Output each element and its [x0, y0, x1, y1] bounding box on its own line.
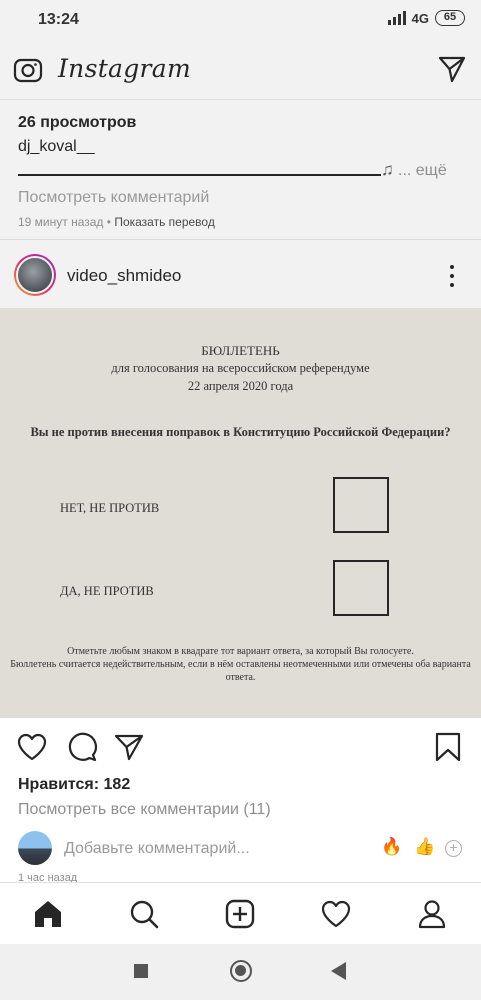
- translate-link[interactable]: Показать перевод: [114, 215, 215, 229]
- ballot-checkbox: [333, 560, 389, 616]
- story-time: 19 минут назад: [18, 215, 104, 229]
- status-bar: 13:24 4G 65: [0, 0, 481, 40]
- post-image[interactable]: БЮЛЛЕТЕНЬ для голосования на всероссийск…: [0, 308, 481, 718]
- story-username[interactable]: dj_koval__: [18, 138, 95, 156]
- ballot-option-label: ДА, НЕ ПРОТИВ: [60, 584, 154, 598]
- post-actions: [0, 718, 481, 778]
- new-post-icon[interactable]: [224, 898, 256, 930]
- story-time-row: 19 минут назад • Показать перевод: [18, 215, 215, 229]
- comment-input[interactable]: Добавьте комментарий...: [64, 840, 250, 858]
- likes-count[interactable]: Нравится: 182: [18, 776, 130, 794]
- system-nav-bar: [0, 944, 481, 1000]
- recent-apps-icon[interactable]: [134, 964, 148, 978]
- profile-icon[interactable]: [416, 898, 448, 930]
- like-heart-icon[interactable]: [16, 731, 48, 763]
- home-button-icon[interactable]: [230, 960, 252, 982]
- music-note-icon: ♫: [381, 160, 394, 179]
- back-icon[interactable]: [331, 962, 346, 980]
- ballot-instructions: Отметьте любым знаком в квадрате тот вар…: [4, 645, 477, 684]
- avatar: [18, 831, 52, 865]
- ballot-question: Вы не против внесения поправок в Констит…: [30, 425, 451, 439]
- bookmark-icon[interactable]: [432, 731, 464, 763]
- more-options-icon[interactable]: [449, 265, 455, 287]
- ballot-date: 22 апреля 2020 года: [187, 379, 294, 393]
- ballot-option-label: НЕТ, НЕ ПРОТИВ: [60, 501, 160, 515]
- share-icon[interactable]: [113, 731, 145, 763]
- more-link[interactable]: ... ещё: [398, 162, 447, 180]
- network-type: 4G: [411, 10, 429, 26]
- app-header: Instagram: [0, 40, 481, 100]
- view-all-comments-link[interactable]: Посмотреть все комментарии (11): [18, 801, 271, 819]
- thumbs-up-emoji-icon[interactable]: 👍: [414, 837, 435, 857]
- signal-icon: [387, 11, 406, 25]
- fire-emoji-icon[interactable]: 🔥: [381, 837, 402, 857]
- home-icon[interactable]: [32, 898, 64, 930]
- battery-icon: 65: [435, 10, 465, 26]
- status-indicators: 4G 65: [387, 10, 465, 26]
- search-icon[interactable]: [128, 898, 160, 930]
- separator: •: [103, 215, 115, 229]
- ballot-subtitle: для голосования на всероссийском референ…: [111, 361, 370, 375]
- instagram-logo: Instagram: [58, 54, 192, 83]
- camera-icon[interactable]: [13, 55, 43, 85]
- views-count[interactable]: 26 просмотров: [18, 114, 136, 132]
- add-comment-row: Добавьте комментарий... 🔥 👍 +: [0, 828, 481, 872]
- activity-heart-icon[interactable]: [320, 898, 352, 930]
- avatar[interactable]: [14, 254, 56, 296]
- story-info: 26 просмотров dj_koval__ ♫ ... ещё Посмо…: [0, 100, 481, 240]
- view-comment-link[interactable]: Посмотреть комментарий: [18, 189, 209, 207]
- ballot-checkbox: [333, 477, 389, 533]
- add-emoji-icon[interactable]: +: [445, 840, 462, 857]
- caption-underline: [18, 174, 381, 176]
- post-username[interactable]: video_shmideo: [67, 266, 181, 286]
- direct-message-icon[interactable]: [437, 54, 467, 84]
- ballot-instruction-line: Отметьте любым знаком в квадрате тот вар…: [67, 646, 414, 657]
- ballot-title: БЮЛЛЕТЕНЬ: [201, 343, 280, 358]
- ballot-instruction-line: Бюллетень считается недействительным, ес…: [10, 659, 471, 683]
- post-header: video_shmideo: [0, 240, 481, 308]
- comment-bubble-icon[interactable]: [66, 731, 98, 763]
- bottom-nav: [0, 882, 481, 944]
- status-time: 13:24: [38, 11, 79, 28]
